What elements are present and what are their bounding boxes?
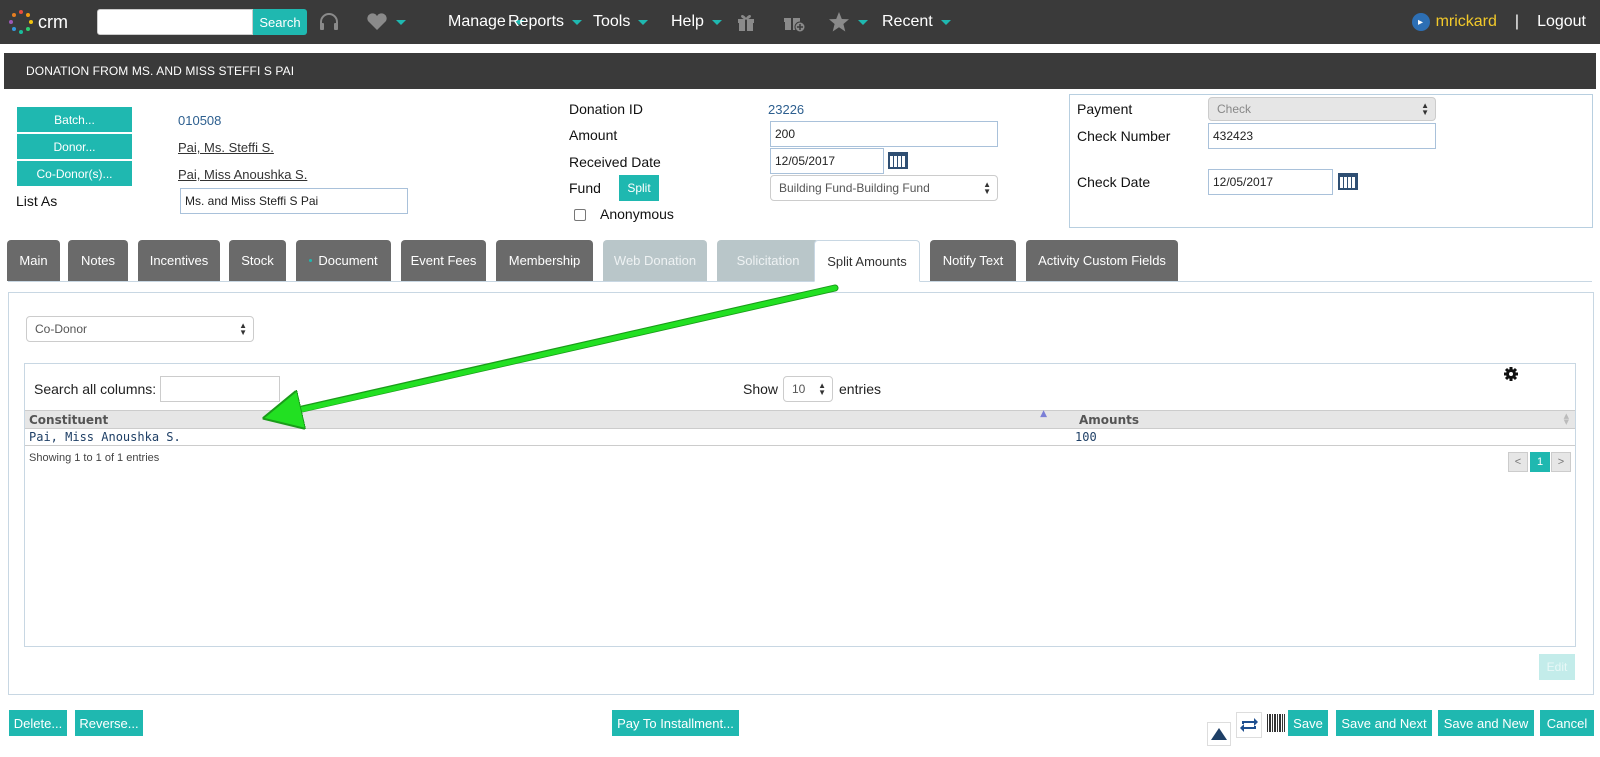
save-and-next-button[interactable]: Save and Next xyxy=(1336,710,1432,736)
cancel-button[interactable]: Cancel xyxy=(1540,710,1594,736)
barcode-icon[interactable] xyxy=(1267,714,1285,732)
annotation-arrow xyxy=(0,284,839,757)
reverse-button[interactable]: Reverse... xyxy=(75,710,143,736)
scroll-top-icon[interactable] xyxy=(1207,722,1231,746)
save-and-new-button[interactable]: Save and New xyxy=(1438,710,1534,736)
save-button[interactable]: Save xyxy=(1288,710,1328,736)
pay-to-installment-button[interactable]: Pay To Installment... xyxy=(612,710,739,736)
refresh-icon[interactable] xyxy=(1236,712,1262,738)
delete-button[interactable]: Delete... xyxy=(9,710,67,736)
